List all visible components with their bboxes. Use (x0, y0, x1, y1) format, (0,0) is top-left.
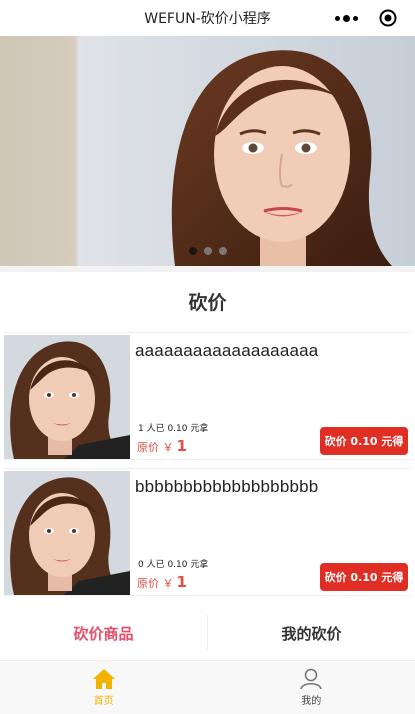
price-label: 原价 ￥ (137, 577, 174, 590)
bargain-count: 1 人已 0.10 元拿 (138, 421, 208, 434)
product-card[interactable]: aaaaaaaaaaaaaaaaaaa 1 人已 0.10 元拿 原价 ￥1 砍… (4, 332, 412, 460)
segment-tabs: 砍价商品 我的砍价 (0, 606, 415, 660)
banner-image (0, 36, 415, 266)
bargain-button[interactable]: 砍价 0.10 元得 (320, 427, 408, 455)
tabbar-label: 首页 (94, 692, 114, 707)
carousel-indicator (0, 247, 415, 255)
bargain-count: 0 人已 0.10 元拿 (138, 557, 208, 570)
price-value: 1 (177, 573, 187, 591)
carousel-dot[interactable] (204, 247, 212, 255)
home-icon (92, 668, 116, 690)
tabbar-item-home[interactable]: 首页 (0, 661, 208, 714)
product-image (4, 335, 130, 459)
tab-my-bargains[interactable]: 我的砍价 (208, 623, 415, 644)
close-target-icon[interactable] (379, 9, 397, 27)
carousel-dot[interactable] (189, 247, 197, 255)
bargain-button[interactable]: 砍价 0.10 元得 (320, 563, 408, 591)
bottom-tab-bar: 首页 我的 (0, 660, 415, 714)
original-price: 原价 ￥1 (137, 573, 187, 591)
mini-program-capsule (329, 5, 401, 31)
price-value: 1 (177, 437, 187, 455)
product-name: bbbbbbbbbbbbbbbbbbb (135, 477, 318, 497)
more-icon[interactable] (329, 15, 358, 22)
original-price: 原价 ￥1 (137, 437, 187, 455)
price-label: 原价 ￥ (137, 441, 174, 454)
banner-carousel[interactable] (0, 36, 415, 266)
section-title: 砍价 (0, 272, 415, 330)
carousel-dot[interactable] (219, 247, 227, 255)
tab-bargain-products[interactable]: 砍价商品 (0, 623, 207, 644)
page-title: WEFUN-砍价小程序 (144, 8, 271, 28)
tabbar-item-mine[interactable]: 我的 (208, 661, 415, 714)
product-name: aaaaaaaaaaaaaaaaaaa (135, 341, 318, 361)
product-image (4, 471, 130, 595)
product-card[interactable]: bbbbbbbbbbbbbbbbbbb 0 人已 0.10 元拿 原价 ￥1 砍… (4, 468, 412, 596)
tabbar-label: 我的 (301, 692, 321, 707)
user-icon (299, 668, 323, 690)
nav-bar: WEFUN-砍价小程序 (0, 0, 415, 36)
